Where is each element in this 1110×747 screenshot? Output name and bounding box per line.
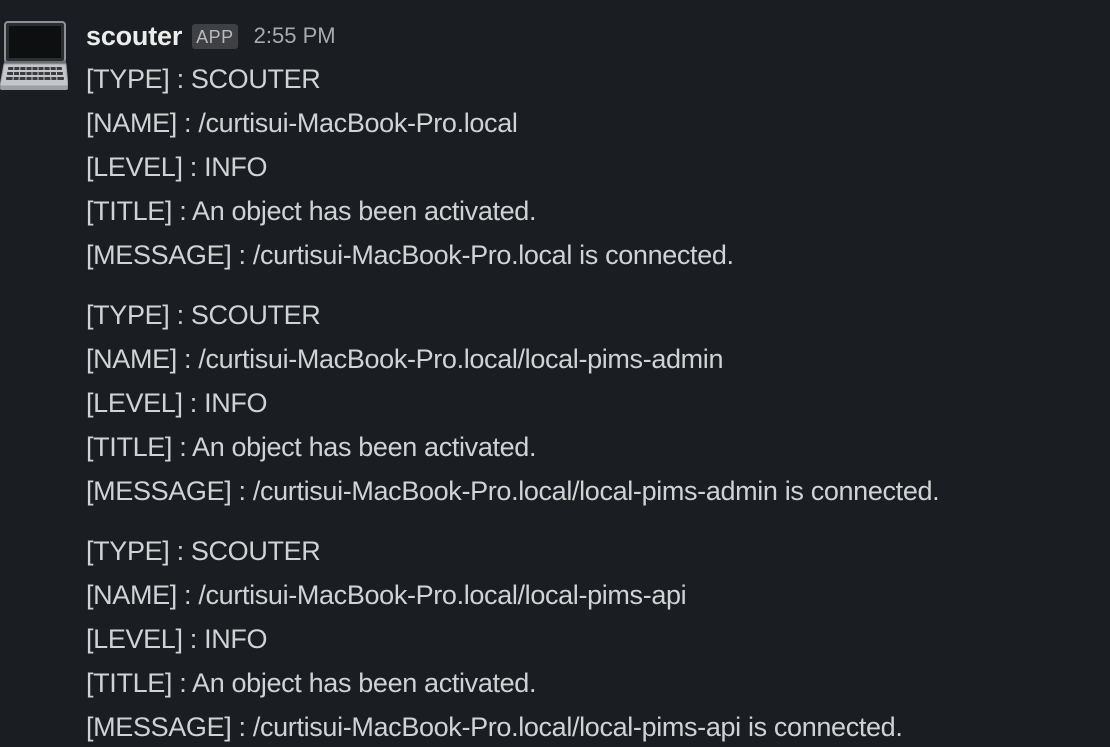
alert-level: [LEVEL] : INFO [86,624,268,654]
alert-block: [TYPE] : SCOUTER [NAME] : /curtisui-MacB… [86,293,1096,513]
alert-message: [MESSAGE] : /curtisui-MacBook-Pro.local/… [86,712,903,742]
alert-title: [TITLE] : An object has been activated. [86,668,537,698]
laptop-icon[interactable] [0,20,68,92]
alert-block: [TYPE] : SCOUTER [NAME] : /curtisui-MacB… [86,57,1096,277]
alert-name: [NAME] : /curtisui-MacBook-Pro.local/loc… [86,344,724,374]
alert-level: [LEVEL] : INFO [86,152,268,182]
alert-name: [NAME] : /curtisui-MacBook-Pro.local [86,108,518,138]
alert-level: [LEVEL] : INFO [86,388,268,418]
sender-name[interactable]: scouter [86,21,182,52]
alert-type: [TYPE] : SCOUTER [86,536,321,566]
chat-message: scouter APP 2:55 PM [TYPE] : SCOUTER [NA… [0,0,1110,747]
message-header: scouter APP 2:55 PM [86,18,336,54]
alert-title: [TITLE] : An object has been activated. [86,432,537,462]
alert-message: [MESSAGE] : /curtisui-MacBook-Pro.local/… [86,476,940,506]
alert-type: [TYPE] : SCOUTER [86,64,321,94]
alert-name: [NAME] : /curtisui-MacBook-Pro.local/loc… [86,580,687,610]
app-badge: APP [192,23,238,49]
alert-title: [TITLE] : An object has been activated. [86,196,537,226]
alert-block: [TYPE] : SCOUTER [NAME] : /curtisui-MacB… [86,529,1096,747]
alert-message: [MESSAGE] : /curtisui-MacBook-Pro.local … [86,240,734,270]
alert-type: [TYPE] : SCOUTER [86,300,321,330]
message-timestamp[interactable]: 2:55 PM [254,23,336,49]
message-body: [TYPE] : SCOUTER [NAME] : /curtisui-MacB… [86,57,1096,747]
